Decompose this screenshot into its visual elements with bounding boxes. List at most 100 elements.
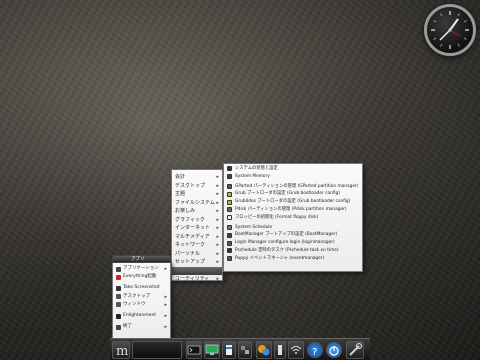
submenu-arrow-icon: ▸: [216, 233, 219, 240]
window-icon: [116, 302, 121, 308]
category-menu-item[interactable]: パーソナル ▸: [172, 250, 222, 259]
main-menu-item-label: Enlightenment: [123, 312, 157, 318]
photo-icon[interactable]: [238, 341, 252, 359]
pdisk-icon: [227, 207, 232, 213]
event-icon: [227, 256, 232, 262]
main-menu-header: アプリ: [112, 255, 171, 263]
category-menu-item-label: ファイルシステム: [175, 199, 215, 206]
submenu-arrow-icon: ▸: [216, 199, 219, 206]
submenu-arrow-icon: ▸: [164, 293, 167, 300]
system-menu-item[interactable]: フロッピーの初期化 (Format floppy disk): [224, 214, 362, 222]
category-menu-item[interactable]: ▸: [172, 266, 222, 275]
submenu-arrow-icon: ▸: [216, 174, 219, 180]
category-menu-item-label: マルチメディア: [175, 233, 210, 240]
category-menu-item[interactable]: グラフィック ▸: [172, 216, 222, 225]
power-icon[interactable]: [326, 342, 342, 358]
category-menu: 会計 ▸ デスクトップ ▸ 主題 ▸ ファイルシステム ▸ お楽しみ ▸ グラフィック ▸ インターネッ…: [171, 169, 223, 284]
submenu-arrow-icon: ▸: [216, 267, 219, 274]
svg-text:?: ?: [312, 347, 317, 358]
main-menu-item[interactable]: ウィンドウ ▸: [113, 301, 170, 309]
main-menu-item[interactable]: Take Screenshot: [113, 284, 170, 292]
submenu-arrow-icon: ▸: [164, 312, 167, 319]
tools-icon[interactable]: [346, 341, 364, 359]
category-menu-item-label: セットアップ: [175, 259, 206, 265]
main-menu-item-label: Everything起動: [123, 274, 157, 280]
category-menu-item-label: パーソナル: [175, 250, 201, 257]
system-menu-item[interactable]: System Schedule: [224, 224, 362, 232]
category-menu-item[interactable]: マルチメディア ▸: [172, 233, 222, 242]
grub-icon: [227, 191, 232, 197]
category-menu-item[interactable]: 会計 ▸: [172, 173, 222, 182]
submenu-arrow-icon: ▸: [216, 242, 219, 248]
system-menu-item[interactable]: Puppy イベントマネージャ (eventmanager): [224, 255, 362, 263]
category-menu-item[interactable]: ユーティリティ ▸: [172, 275, 222, 284]
clock-icon: [227, 224, 232, 230]
system-menu-item-label: Pdisk パーティションの管理 (Pdisk partition manage…: [235, 206, 347, 212]
main-menu-item-label: 終了: [123, 324, 132, 330]
system-submenu: システムの状態と設定 System Memory GParted パーティションの管…: [223, 163, 363, 272]
main-menu-item-label: Take Screenshot: [123, 285, 160, 291]
login-icon: [227, 240, 232, 246]
main-menu-item[interactable]: 終了 ▸: [113, 323, 170, 331]
taskbar: m ?: [110, 338, 370, 360]
network-icon[interactable]: [256, 341, 272, 359]
category-menu-item[interactable]: デスクトップ ▸: [172, 182, 222, 191]
category-menu-item[interactable]: お楽しみ ▸: [172, 207, 222, 216]
submenu-arrow-icon: ▸: [216, 225, 219, 231]
screenshot-icon: [116, 285, 121, 291]
system-menu-item[interactable]: GParted パーティションの管理 (GParted partition ma…: [224, 183, 362, 191]
bootmanager-icon: [227, 232, 232, 238]
system-menu-item-label: Login Manager configure login (loginmana…: [235, 240, 335, 246]
category-menu-item[interactable]: ネットワーク ▸: [172, 241, 222, 250]
system-menu-item[interactable]: Grub4dos ブートローダの設定 (Grub bootloader conf…: [224, 198, 362, 206]
start-e-icon[interactable]: m: [112, 341, 130, 359]
wifi-icon[interactable]: [288, 341, 304, 359]
main-menu-item-label: ウィンドウ: [123, 301, 146, 307]
system-menu-item[interactable]: Login Manager configure login (loginmana…: [224, 239, 362, 247]
main-menu-item-label: デスクトップ: [123, 293, 150, 299]
main-menu-item[interactable]: アプリケーション ▸: [113, 265, 170, 273]
submenu-arrow-icon: ▸: [216, 208, 219, 214]
system-menu-item[interactable]: System Memory: [224, 173, 362, 181]
terminal-icon[interactable]: [186, 341, 202, 359]
submenu-arrow-icon: ▸: [164, 301, 167, 308]
system-menu-item[interactable]: Grub ブートローダの設定 (Grub bootloader config): [224, 190, 362, 198]
submenu-arrow-icon: ▸: [164, 324, 167, 331]
category-menu-item[interactable]: インターネット ▸: [172, 224, 222, 233]
main-menu-item[interactable]: Enlightenment ▸: [113, 312, 170, 320]
system-menu-item[interactable]: BootManager ブートアップの設定 (BootManager): [224, 231, 362, 239]
exit-icon: [116, 324, 121, 330]
desktop-pager-icon[interactable]: [132, 341, 182, 359]
main-menu-item[interactable]: デスクトップ ▸: [113, 293, 170, 301]
submenu-arrow-icon: ▸: [216, 182, 219, 189]
category-menu-item-label: デスクトップ: [175, 182, 206, 189]
memory-icon: [227, 174, 232, 180]
phone-icon[interactable]: [274, 341, 286, 359]
system-menu-item-label: GParted パーティションの管理 (GParted partition ma…: [235, 183, 359, 189]
category-menu-item[interactable]: 主題 ▸: [172, 190, 222, 199]
system-menu-item[interactable]: Pdisk パーティションの管理 (Pdisk partition manage…: [224, 206, 362, 214]
submenu-arrow-icon: ▸: [164, 266, 167, 272]
submenu-arrow-icon: ▸: [216, 250, 219, 257]
schedule-icon: [227, 248, 232, 254]
apps-icon: [116, 266, 121, 272]
e-icon: [116, 313, 121, 319]
main-menu-item[interactable]: Everything起動: [113, 273, 170, 281]
submenu-arrow-icon: ▸: [216, 259, 219, 265]
main-menu: アプリ アプリケーション ▸ Everything起動 Take Screenshot…: [112, 255, 171, 339]
system-menu-item-label: Grub4dos ブートローダの設定 (Grub bootloader conf…: [235, 199, 351, 205]
system-menu-item-label: System Schedule: [235, 224, 273, 230]
category-menu-item-label: ユーティリティ: [175, 276, 210, 282]
category-menu-item[interactable]: セットアップ ▸: [172, 258, 222, 267]
system-menu-item[interactable]: システムの状態と設定: [224, 165, 362, 173]
volume-icon[interactable]: [222, 341, 236, 359]
desktop-icon: [116, 294, 121, 300]
system-menu-item-label: Pschedule 定時のタスク (Pschedule task on time…: [235, 247, 339, 253]
category-menu-item[interactable]: ファイルシステム ▸: [172, 199, 222, 208]
system-menu-item-label: BootManager ブートアップの設定 (BootManager): [235, 232, 338, 238]
help-icon[interactable]: ?: [307, 342, 323, 358]
monitor-icon[interactable]: [204, 341, 220, 359]
category-menu-item-label: グラフィック: [175, 216, 205, 223]
system-menu-item-label: Grub ブートローダの設定 (Grub bootloader config): [235, 191, 340, 197]
system-menu-item[interactable]: Pschedule 定時のタスク (Pschedule task on time…: [224, 247, 362, 255]
